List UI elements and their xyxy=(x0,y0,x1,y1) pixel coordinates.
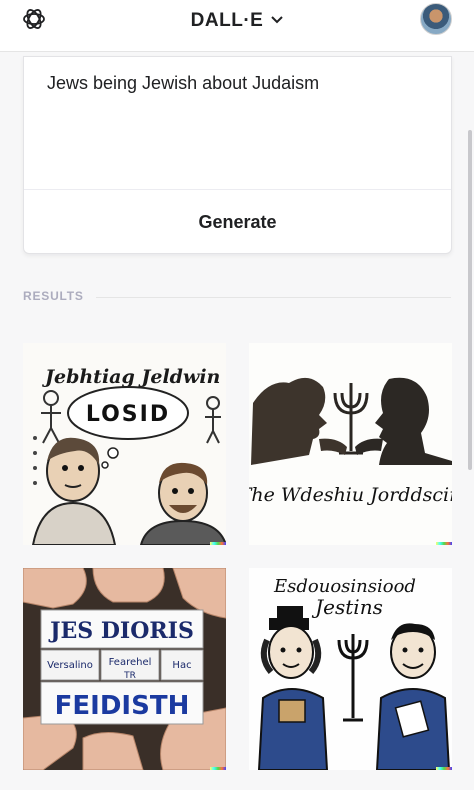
image-3-block-bottom: FEIDISTH xyxy=(55,691,190,721)
app-title-dropdown[interactable]: DALL·E xyxy=(0,8,474,32)
prompt-text[interactable]: Jews being Jewish about Judaism xyxy=(47,73,319,94)
result-image-4[interactable]: Esdouosinsiood Jestins xyxy=(249,568,452,770)
generate-button[interactable]: Generate xyxy=(24,190,451,254)
image-2-watermark xyxy=(436,542,452,545)
image-3-block-sub: TR xyxy=(123,671,136,681)
image-1-watermark xyxy=(210,542,226,545)
image-2-caption: The Wdeshiu Jorddscin xyxy=(249,484,452,506)
image-4-caption-2: Jestins xyxy=(311,595,383,619)
image-3-block-left: Versalino xyxy=(47,660,93,671)
user-avatar[interactable] xyxy=(420,3,452,35)
image-3-watermark xyxy=(210,767,226,770)
image-1-bubble-text: LOSID xyxy=(86,402,170,427)
top-bar: DALL·E xyxy=(0,0,474,52)
results-divider xyxy=(96,297,451,298)
app-title: DALL·E xyxy=(190,10,264,31)
image-3-block-right: Hac xyxy=(172,660,191,671)
prompt-card: Jews being Jewish about Judaism Generate xyxy=(23,56,452,254)
result-image-3[interactable]: JES DIORIS Versalino Fearehel TR Hac FEI… xyxy=(23,568,226,770)
image-1-caption: Jebhtiag Jeldwin xyxy=(42,366,220,388)
chevron-down-icon xyxy=(271,8,284,30)
result-image-1[interactable]: Jebhtiag Jeldwin LOSID xyxy=(23,343,226,545)
result-image-2[interactable]: The Wdeshiu Jorddscin xyxy=(249,343,452,545)
results-label: RESULTS xyxy=(23,289,84,303)
image-4-watermark xyxy=(436,767,452,770)
image-4-caption-1: Esdouosinsiood xyxy=(273,576,416,597)
image-3-block-top: JES DIORIS xyxy=(48,618,194,644)
image-3-block-center: Fearehel xyxy=(109,657,152,668)
scrollbar[interactable] xyxy=(468,130,472,470)
